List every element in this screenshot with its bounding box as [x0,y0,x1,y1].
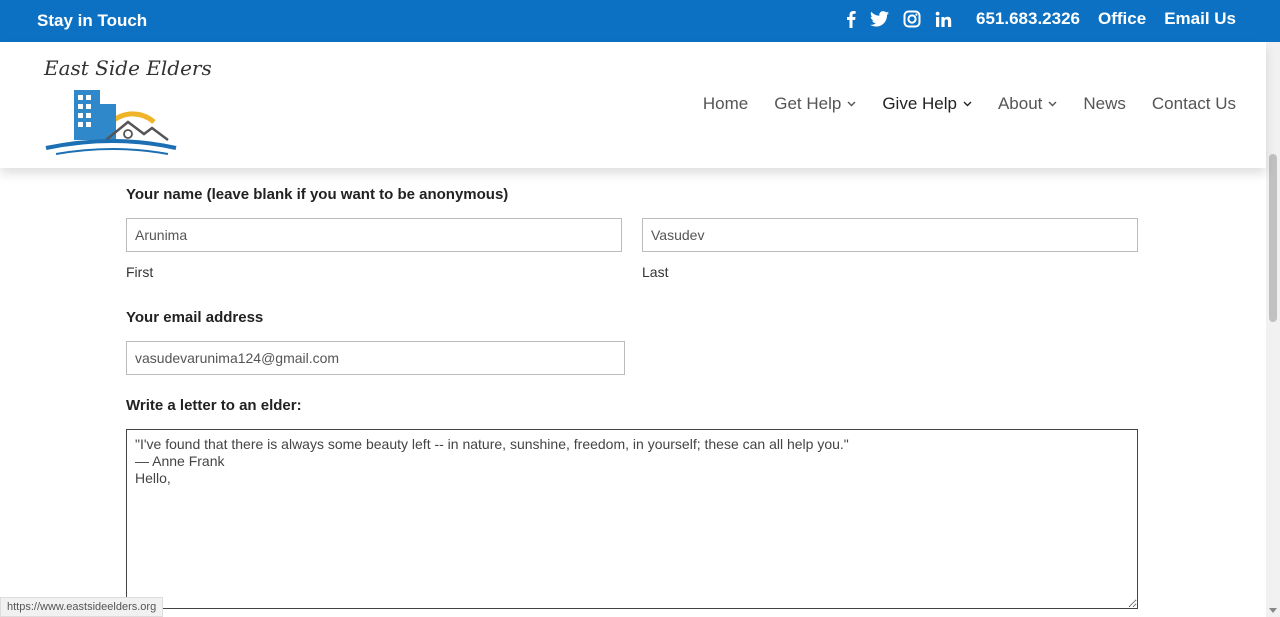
email-input[interactable] [126,341,625,375]
last-name-input[interactable] [642,218,1138,252]
last-name-sublabel: Last [642,264,669,280]
letter-label: Write a letter to an elder: [126,397,302,414]
nav-item-get-help[interactable]: Get Help [774,94,856,114]
chevron-down-icon [847,101,856,107]
nav-item-home[interactable]: Home [703,94,748,114]
status-bar-url: https://www.eastsideelders.org [0,597,164,617]
scroll-down-arrow-icon[interactable] [1269,608,1277,613]
letter-textarea[interactable]: "I've found that there is always some be… [126,429,1138,609]
first-name-sublabel: First [126,264,154,280]
office-link[interactable]: Office [1098,9,1146,29]
email-us-link[interactable]: Email Us [1164,9,1236,29]
letter-form: Your name (leave blank if you want to be… [0,168,1266,617]
nav-item-label: About [997,94,1043,113]
nav-item-label: News [1083,94,1126,113]
email-label: Your email address [126,309,264,326]
page-scrollbar[interactable] [1266,42,1280,617]
nav-item-contact-us[interactable]: Contact Us [1152,94,1236,114]
phone-link[interactable]: 651.683.2326 [976,9,1080,29]
main-nav: Home Get Help Give Help About News Conta… [677,94,1236,114]
instagram-icon[interactable] [903,10,921,28]
chevron-down-icon [963,101,972,107]
chevron-down-icon [1048,101,1057,107]
social-links [846,10,952,28]
nav-item-label: Home [702,94,749,113]
first-name-input[interactable] [126,218,622,252]
twitter-icon[interactable] [870,11,889,27]
nav-item-label: Give Help [882,94,957,113]
linkedin-icon[interactable] [935,11,952,28]
nav-item-label: Get Help [774,94,842,113]
scrollbar-thumb[interactable] [1269,154,1277,322]
nav-item-about[interactable]: About [998,94,1057,114]
logo-text: East Side Elders [44,56,212,80]
nav-item-news[interactable]: News [1083,94,1126,114]
nav-item-label: Contact Us [1151,94,1236,113]
top-bar-right: 651.683.2326 Office Email Us [846,9,1236,29]
stay-in-touch-label: Stay in Touch [37,11,148,30]
top-bar: Stay in Touch 651.683.2326 Office Email … [0,0,1280,42]
logo-graphic [45,90,177,155]
facebook-icon[interactable] [846,10,856,28]
site-header: East Side Elders Home Get Help Give Help… [0,42,1266,168]
name-label: Your name (leave blank if you want to be… [126,186,509,203]
nav-item-give-help[interactable]: Give Help [882,94,972,114]
site-logo[interactable]: East Side Elders [36,54,212,158]
